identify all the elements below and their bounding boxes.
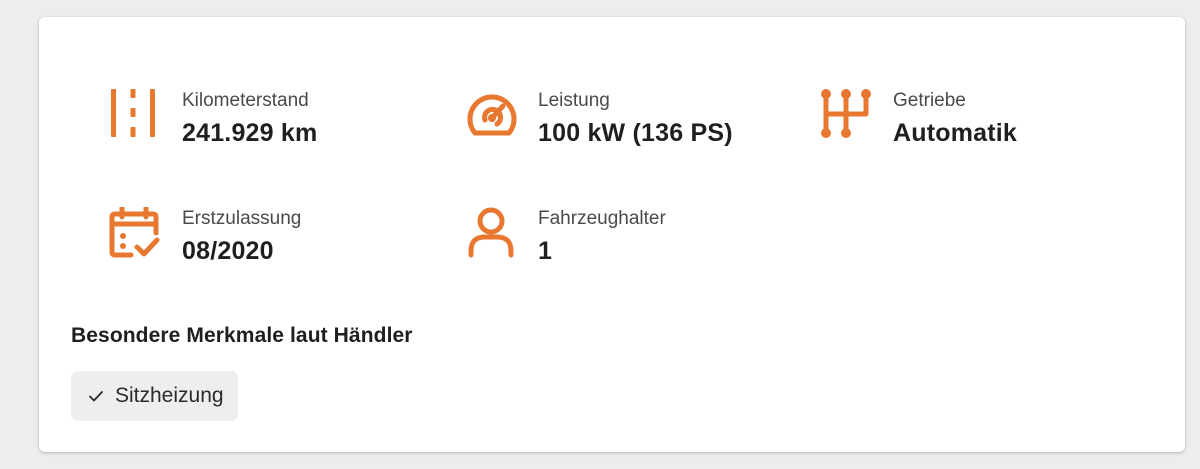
- spec-label: Fahrzeughalter: [538, 208, 666, 229]
- spec-label: Leistung: [538, 90, 610, 111]
- spec-label: Erstzulassung: [182, 208, 302, 229]
- feature-chip-label: Sitzheizung: [115, 384, 224, 407]
- spec-value: 241.929 km: [182, 119, 318, 147]
- features-section-title: Besondere Merkmale laut Händler: [71, 324, 413, 347]
- speedometer-icon: [465, 89, 517, 145]
- spec-value: 1: [538, 237, 553, 265]
- spec-label: Kilometerstand: [182, 90, 309, 111]
- spec-value: 08/2020: [182, 237, 274, 265]
- feature-chip-sitzheizung: Sitzheizung: [71, 371, 238, 421]
- spec-value: Automatik: [893, 119, 1018, 147]
- checkmark-icon: [89, 391, 103, 402]
- calendar-check-icon: [109, 207, 161, 263]
- road-icon: [109, 89, 161, 145]
- spec-value: 100 kW (136 PS): [538, 119, 733, 147]
- person-icon: [465, 207, 517, 263]
- spec-label: Getriebe: [893, 90, 966, 111]
- vehicle-details-card: Kilometerstand 241.929 km Leistung 100 k…: [39, 17, 1185, 452]
- gearshift-icon: [820, 89, 872, 145]
